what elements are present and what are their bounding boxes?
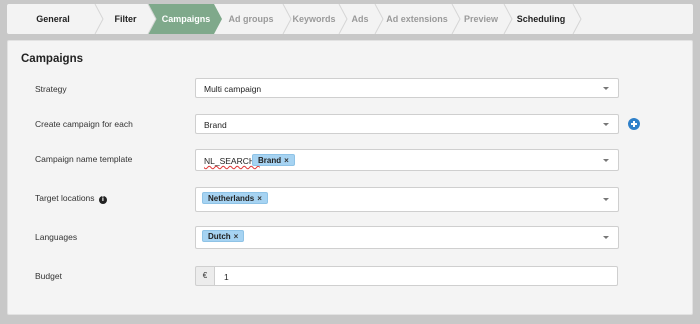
step-divider	[572, 4, 582, 34]
campaigns-panel: Campaigns Strategy Multi campaign Create…	[7, 40, 693, 315]
chevron-down-icon	[603, 123, 609, 126]
create-for-each-select[interactable]: Brand	[195, 114, 619, 134]
step-general-information[interactable]: General information	[11, 4, 95, 54]
tag-label: Brand	[258, 156, 282, 165]
step-filter[interactable]: Filter	[103, 4, 148, 34]
step-campaigns[interactable]: Campaigns	[156, 4, 216, 34]
language-tag[interactable]: Dutch ×	[202, 230, 245, 242]
remove-tag-icon[interactable]: ×	[234, 232, 239, 241]
chevron-down-icon	[603, 87, 609, 90]
remove-tag-icon[interactable]: ×	[284, 156, 289, 165]
panel-title: Campaigns	[21, 53, 83, 65]
chevron-down-icon	[603, 198, 609, 201]
step-ad-extensions[interactable]: Ad extensions	[382, 4, 452, 34]
strategy-label: Strategy	[35, 84, 67, 94]
target-locations-text: Target locations	[35, 193, 95, 203]
budget-input[interactable]: 1	[214, 266, 618, 286]
strategy-value: Multi campaign	[204, 84, 262, 94]
name-template-tag[interactable]: Brand ×	[252, 154, 295, 166]
info-icon[interactable]: i	[98, 196, 107, 204]
name-template-field[interactable]: NL_SEARCH_ Brand ×	[195, 149, 619, 171]
chevron-down-icon	[603, 236, 609, 239]
create-for-each-value: Brand	[204, 120, 227, 130]
languages-label: Languages	[35, 232, 78, 242]
strategy-select[interactable]: Multi campaign	[195, 78, 619, 98]
step-keywords[interactable]: Keywords	[289, 4, 339, 34]
location-tag[interactable]: Netherlands ×	[202, 192, 268, 204]
step-ad-groups[interactable]: Ad groups	[220, 4, 282, 34]
currency-addon: €	[195, 266, 215, 286]
target-locations-field[interactable]: Netherlands ×	[195, 187, 619, 212]
name-template-label: Campaign name template	[35, 154, 133, 164]
chevron-down-icon	[603, 159, 609, 162]
step-ads[interactable]: Ads	[345, 4, 375, 34]
wizard-steps: General information Filter Campaigns Ad …	[7, 4, 693, 54]
step-preview[interactable]: Preview	[459, 4, 503, 34]
plus-circle-icon[interactable]	[628, 118, 640, 130]
create-for-each-label: Create campaign for each	[35, 119, 133, 129]
step-scheduling[interactable]: Scheduling	[511, 4, 571, 34]
step-divider	[94, 4, 104, 34]
target-locations-label: Target locations i	[35, 193, 107, 204]
budget-value: 1	[224, 272, 229, 282]
tag-label: Netherlands	[208, 194, 255, 203]
tag-label: Dutch	[208, 232, 231, 241]
budget-label: Budget	[35, 271, 62, 281]
remove-tag-icon[interactable]: ×	[257, 194, 262, 203]
languages-field[interactable]: Dutch ×	[195, 226, 619, 249]
